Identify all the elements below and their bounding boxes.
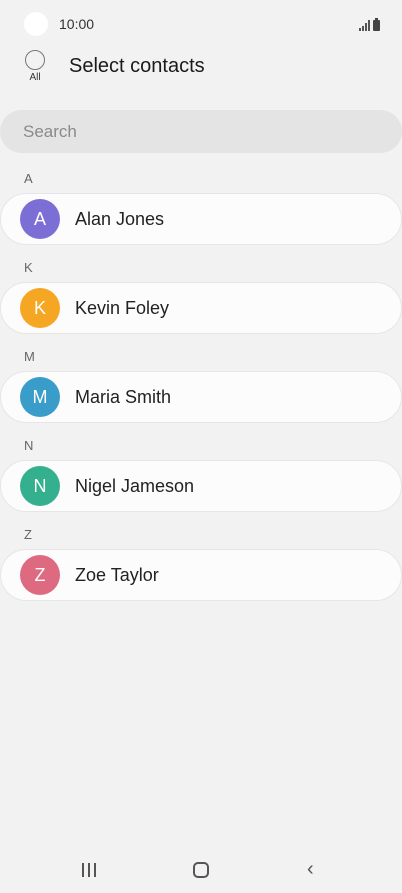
status-icons <box>359 15 380 31</box>
page-title: Select contacts <box>69 55 205 77</box>
contact-name: Zoe Taylor <box>75 564 159 585</box>
contact-name: Kevin Foley <box>75 297 170 318</box>
avatar: A <box>20 199 60 239</box>
avatar: N <box>20 466 60 506</box>
contact-row-alan-jones[interactable]: A Alan Jones <box>0 193 402 245</box>
avatar: Z <box>20 555 60 595</box>
battery-icon <box>373 18 380 31</box>
back-icon[interactable]: ‹ <box>307 859 314 879</box>
header: All Select contacts <box>0 48 402 98</box>
select-all-circle-icon[interactable] <box>25 50 45 70</box>
select-all-label: All <box>29 72 41 83</box>
section-header-a: A <box>24 171 33 186</box>
section-header-z: Z <box>24 527 32 542</box>
search-bar[interactable] <box>0 110 402 153</box>
status-dot-icon <box>24 12 48 36</box>
search-input[interactable] <box>23 121 363 142</box>
home-icon[interactable] <box>193 862 209 878</box>
signal-icon <box>359 20 370 31</box>
navigation-bar: ‹ <box>0 845 402 893</box>
section-header-m: M <box>24 349 35 364</box>
contact-name: Alan Jones <box>75 208 165 229</box>
contact-name: Maria Smith <box>75 386 172 407</box>
status-bar: 10:00 <box>0 0 402 48</box>
section-header-k: K <box>24 260 33 275</box>
contact-row-maria-smith[interactable]: M Maria Smith <box>0 371 402 423</box>
recent-apps-icon[interactable] <box>82 863 96 877</box>
section-header-n: N <box>24 438 34 453</box>
avatar: M <box>20 377 60 417</box>
contact-row-kevin-foley[interactable]: K Kevin Foley <box>0 282 402 334</box>
select-all-checkbox[interactable]: All <box>24 50 46 83</box>
contact-list: A A Alan Jones K K Kevin Foley M M Maria… <box>0 164 402 609</box>
status-time: 10:00 <box>59 16 95 32</box>
contact-row-zoe-taylor[interactable]: Z Zoe Taylor <box>0 549 402 601</box>
avatar: K <box>20 288 60 328</box>
contact-row-nigel-jameson[interactable]: N Nigel Jameson <box>0 460 402 512</box>
contact-name: Nigel Jameson <box>75 475 195 496</box>
